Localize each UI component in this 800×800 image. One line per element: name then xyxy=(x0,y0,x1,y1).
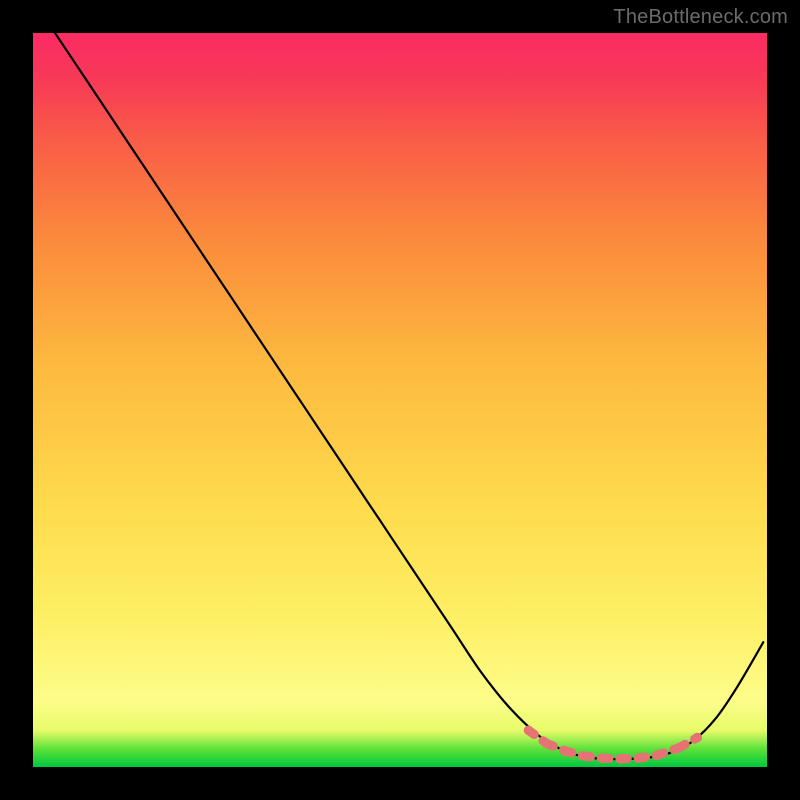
plot-area xyxy=(33,33,767,767)
highlight-markers xyxy=(524,726,702,764)
curve-group xyxy=(55,33,763,759)
chart-frame: TheBottleneck.com xyxy=(0,0,800,800)
watermark-text: TheBottleneck.com xyxy=(613,6,788,29)
highlight-dot xyxy=(693,733,703,743)
bottleneck-curve xyxy=(55,33,763,759)
chart-svg xyxy=(33,33,767,767)
